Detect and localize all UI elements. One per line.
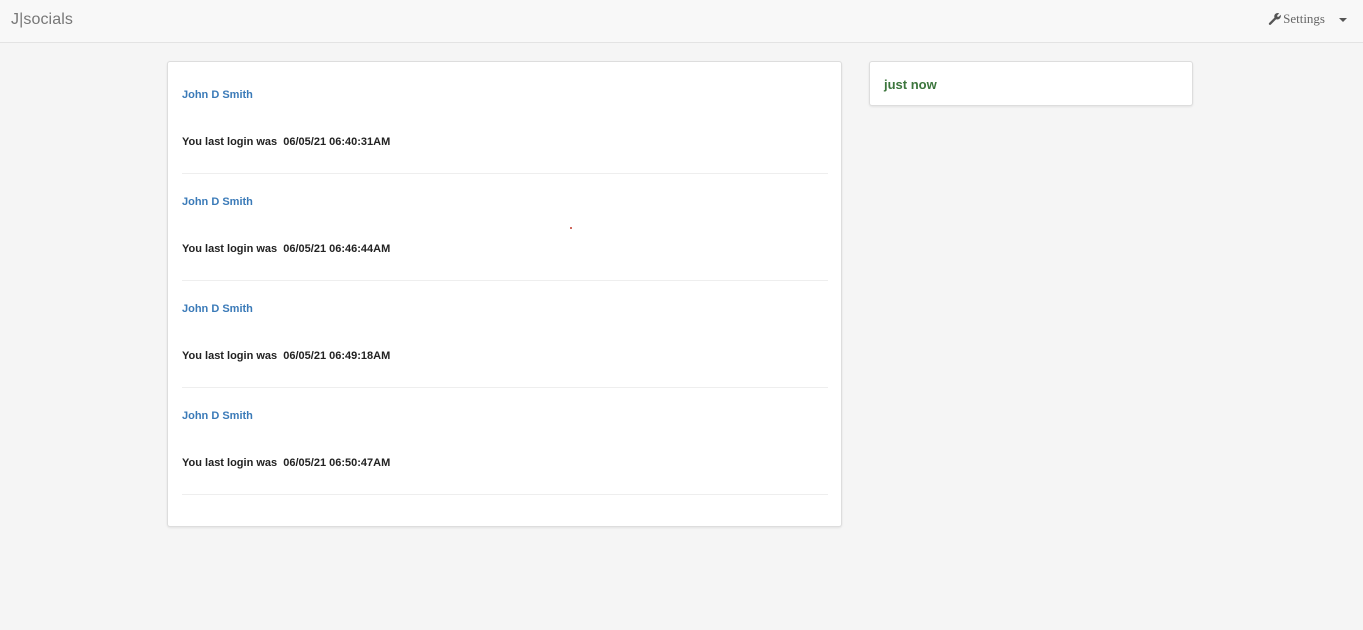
last-login-text: You last login was 06/05/21 06:50:47AM — [182, 457, 390, 469]
last-login-prefix: You last login was — [182, 136, 284, 148]
login-history-panel: John D Smith You last login was 06/05/21… — [167, 61, 842, 527]
settings-label: Settings — [1283, 11, 1325, 26]
status-panel: just now — [869, 61, 1193, 106]
list-item: John D Smith You last login was 06/05/21… — [182, 174, 828, 281]
brand-logo[interactable]: J|socials — [11, 11, 73, 29]
list-item: John D Smith You last login was 06/05/21… — [182, 388, 828, 495]
last-login-timestamp: 06/05/21 06:46:44AM — [283, 243, 391, 255]
last-login-text: You last login was 06/05/21 06:40:31AM — [182, 136, 390, 148]
user-name-link[interactable]: John D Smith — [182, 410, 253, 422]
list-item: John D Smith You last login was 06/05/21… — [182, 67, 828, 174]
top-navbar: J|socials Settings — [0, 0, 1363, 43]
last-login-timestamp: 06/05/21 06:40:31AM — [283, 136, 391, 148]
last-login-prefix: You last login was — [182, 243, 284, 255]
last-login-prefix: You last login was — [182, 350, 284, 362]
stray-dot — [570, 227, 572, 229]
user-name-link[interactable]: John D Smith — [182, 196, 253, 208]
last-login-timestamp: 06/05/21 06:50:47AM — [283, 457, 391, 469]
last-login-prefix: You last login was — [182, 457, 284, 469]
list-item: John D Smith You last login was 06/05/21… — [182, 281, 828, 388]
last-login-timestamp: 06/05/21 06:49:18AM — [283, 350, 391, 362]
user-name-link[interactable]: John D Smith — [182, 303, 253, 315]
settings-dropdown[interactable]: Settings — [1268, 9, 1347, 29]
wrench-icon — [1268, 12, 1281, 25]
last-login-text: You last login was 06/05/21 06:49:18AM — [182, 350, 390, 362]
last-login-text: You last login was 06/05/21 06:46:44AM — [182, 243, 390, 255]
status-text: just now — [884, 77, 937, 92]
user-name-link[interactable]: John D Smith — [182, 89, 253, 101]
chevron-down-icon — [1339, 17, 1347, 22]
